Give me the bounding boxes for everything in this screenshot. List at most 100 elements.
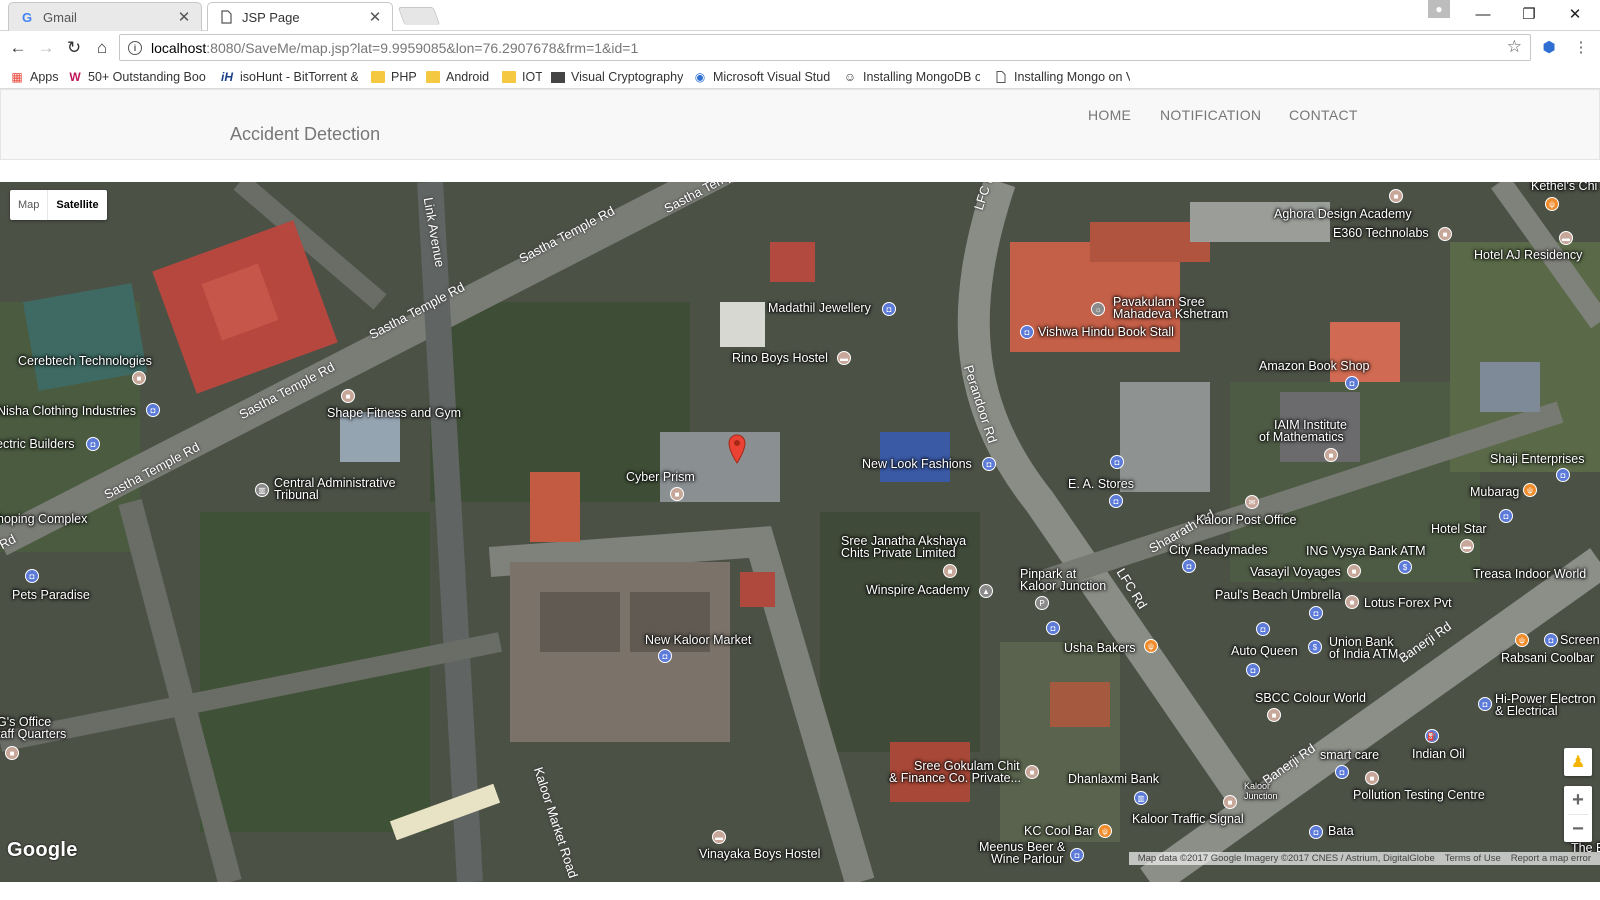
shopping-icon[interactable]: ◘ [882, 302, 896, 316]
bookmark-apps[interactable]: ▦ Apps [10, 68, 60, 86]
hotel-icon[interactable]: ▬ [1559, 231, 1573, 245]
hotel-icon[interactable]: ▬ [712, 830, 726, 844]
new-tab-button[interactable] [397, 7, 441, 25]
profile-icon[interactable]: ● [1428, 0, 1450, 18]
map-type-control: Map Satellite [10, 190, 107, 220]
poi-marker-icon[interactable]: ■ [132, 371, 146, 385]
terms-of-use-link[interactable]: Terms of Use [1445, 853, 1501, 864]
place-label: Hotel Star [1431, 522, 1487, 536]
bank-icon[interactable]: ▥ [1134, 791, 1148, 805]
minimize-icon[interactable]: — [1460, 0, 1506, 28]
poi-marker-icon[interactable]: ■ [1025, 765, 1039, 779]
post-office-icon[interactable]: ✉ [1245, 495, 1259, 509]
temple-icon[interactable]: ☼ [1091, 302, 1105, 316]
poi-marker-icon[interactable]: ■ [943, 564, 957, 578]
shopping-icon[interactable]: ◘ [1478, 697, 1492, 711]
bookmark-folder-iot[interactable]: IOT [502, 68, 542, 86]
bookmark-installing-mongodb[interactable]: ☺ Installing MongoDB o [843, 68, 980, 86]
shopping-icon[interactable]: ◘ [146, 403, 160, 417]
close-tab-icon[interactable]: ✕ [177, 8, 191, 26]
bookmark-installing-mongo[interactable]: Installing Mongo on V [994, 68, 1130, 86]
restaurant-icon[interactable]: ψ [1515, 633, 1529, 647]
map-type-map-button[interactable]: Map [10, 190, 47, 220]
atm-icon[interactable]: $ [1398, 560, 1412, 574]
cart-icon[interactable]: ◘ [658, 649, 672, 663]
restore-icon[interactable]: ❐ [1506, 0, 1552, 28]
shopping-icon[interactable]: ◘ [1335, 765, 1349, 779]
extension-cube-icon[interactable]: ⬢ [1540, 38, 1558, 56]
atm-icon[interactable]: $ [1308, 640, 1322, 654]
shopping-icon[interactable]: ◘ [1544, 633, 1558, 647]
shopping-icon[interactable]: ◘ [1182, 559, 1196, 573]
hotel-icon[interactable]: ▬ [1460, 539, 1474, 553]
shopping-icon[interactable]: ◘ [1345, 376, 1359, 390]
cart-icon[interactable]: ◘ [1110, 455, 1124, 469]
poi-marker-icon[interactable]: ■ [1345, 595, 1359, 609]
shopping-icon[interactable]: ◘ [1256, 622, 1270, 636]
report-map-error-link[interactable]: Report a map error [1511, 853, 1591, 864]
poi-marker-icon[interactable]: ■ [670, 487, 684, 501]
bookmark-star-icon[interactable]: ☆ [1507, 37, 1522, 57]
shopping-icon[interactable]: ◘ [1046, 621, 1060, 635]
poi-marker-icon[interactable]: ■ [5, 746, 19, 760]
home-icon[interactable]: ⌂ [88, 34, 116, 62]
nav-contact-link[interactable]: CONTACT [1289, 107, 1358, 123]
place-label: E360 Technolabs [1333, 226, 1429, 240]
forward-arrow-icon[interactable]: → [32, 34, 60, 62]
shopping-icon[interactable]: ◘ [1309, 606, 1323, 620]
address-bar[interactable]: i localhost:8080/SaveMe/map.jsp?lat=9.99… [119, 34, 1531, 61]
school-icon[interactable]: ▲ [979, 584, 993, 598]
satellite-map[interactable]: Map Satellite Sastha Temple Rd Sastha Te… [0, 182, 1600, 882]
poi-marker-icon[interactable]: ■ [1223, 795, 1237, 809]
bookmark-outstanding[interactable]: W 50+ Outstanding Boo [68, 68, 206, 86]
parking-icon[interactable]: P [1035, 596, 1049, 610]
gas-station-icon[interactable]: ⛽ [1425, 729, 1439, 743]
restaurant-icon[interactable]: ψ [1144, 639, 1158, 653]
poi-marker-icon[interactable]: ■ [1347, 564, 1361, 578]
nav-notification-link[interactable]: NOTIFICATION [1160, 107, 1261, 123]
restaurant-icon[interactable]: ψ [1545, 197, 1559, 211]
map-type-satellite-button[interactable]: Satellite [47, 190, 106, 220]
poi-marker-icon[interactable]: ■ [1365, 771, 1379, 785]
poi-marker-icon[interactable]: ■ [1438, 227, 1452, 241]
zoom-out-button[interactable]: − [1564, 815, 1592, 843]
poi-marker-icon[interactable]: ■ [1324, 448, 1338, 462]
shopping-icon[interactable]: ◘ [25, 569, 39, 583]
bookmark-folder-php[interactable]: PHP [371, 68, 417, 86]
restaurant-icon[interactable]: ψ [1523, 483, 1537, 497]
street-view-pegman-icon[interactable]: ♟ [1564, 748, 1592, 776]
shopping-icon[interactable]: ◘ [1109, 494, 1123, 508]
accident-location-marker-icon[interactable] [728, 434, 746, 464]
close-tab-icon[interactable]: ✕ [368, 8, 382, 26]
poi-marker-icon[interactable]: ■ [1389, 189, 1403, 203]
menu-dots-icon[interactable]: ⋮ [1572, 38, 1590, 56]
bookmark-visual-cryptography[interactable]: Visual Cryptography [551, 68, 683, 86]
bookmark-folder-android[interactable]: Android [426, 68, 494, 86]
bookmark-microsoft-visual-studio[interactable]: ◉ Microsoft Visual Studi [693, 68, 830, 86]
shopping-icon[interactable]: ◘ [1246, 663, 1260, 677]
close-window-icon[interactable]: ✕ [1552, 0, 1598, 28]
site-brand[interactable]: Accident Detection [230, 124, 380, 145]
poi-marker-icon[interactable]: ■ [341, 389, 355, 403]
bookmark-isohunt[interactable]: iH isoHunt - BitTorrent & [220, 68, 358, 86]
shopping-icon[interactable]: ◘ [1556, 468, 1570, 482]
shopping-icon[interactable]: ◘ [1309, 825, 1323, 839]
shopping-icon[interactable]: ◘ [982, 457, 996, 471]
place-label: & Finance Co. Private... [889, 771, 1022, 785]
poi-marker-icon[interactable]: ■ [1267, 708, 1281, 722]
reload-icon[interactable]: ↻ [60, 34, 88, 62]
tab-jsp-page[interactable]: JSP Page ✕ [207, 2, 393, 31]
tab-gmail[interactable]: G Gmail ✕ [8, 2, 202, 31]
government-icon[interactable]: ▥ [255, 483, 269, 497]
info-icon[interactable]: i [128, 40, 142, 55]
hotel-icon[interactable]: ▬ [837, 351, 851, 365]
zoom-in-button[interactable]: + [1564, 786, 1592, 814]
back-arrow-icon[interactable]: ← [4, 34, 32, 62]
nav-home-link[interactable]: HOME [1088, 107, 1131, 123]
place-label: Auto Queen [1231, 644, 1298, 658]
shopping-icon[interactable]: ◘ [1020, 325, 1034, 339]
shopping-icon[interactable]: ◘ [1499, 509, 1513, 523]
restaurant-icon[interactable]: ψ [1098, 824, 1112, 838]
shopping-icon[interactable]: ◘ [1070, 848, 1084, 862]
shopping-icon[interactable]: ◘ [86, 437, 100, 451]
